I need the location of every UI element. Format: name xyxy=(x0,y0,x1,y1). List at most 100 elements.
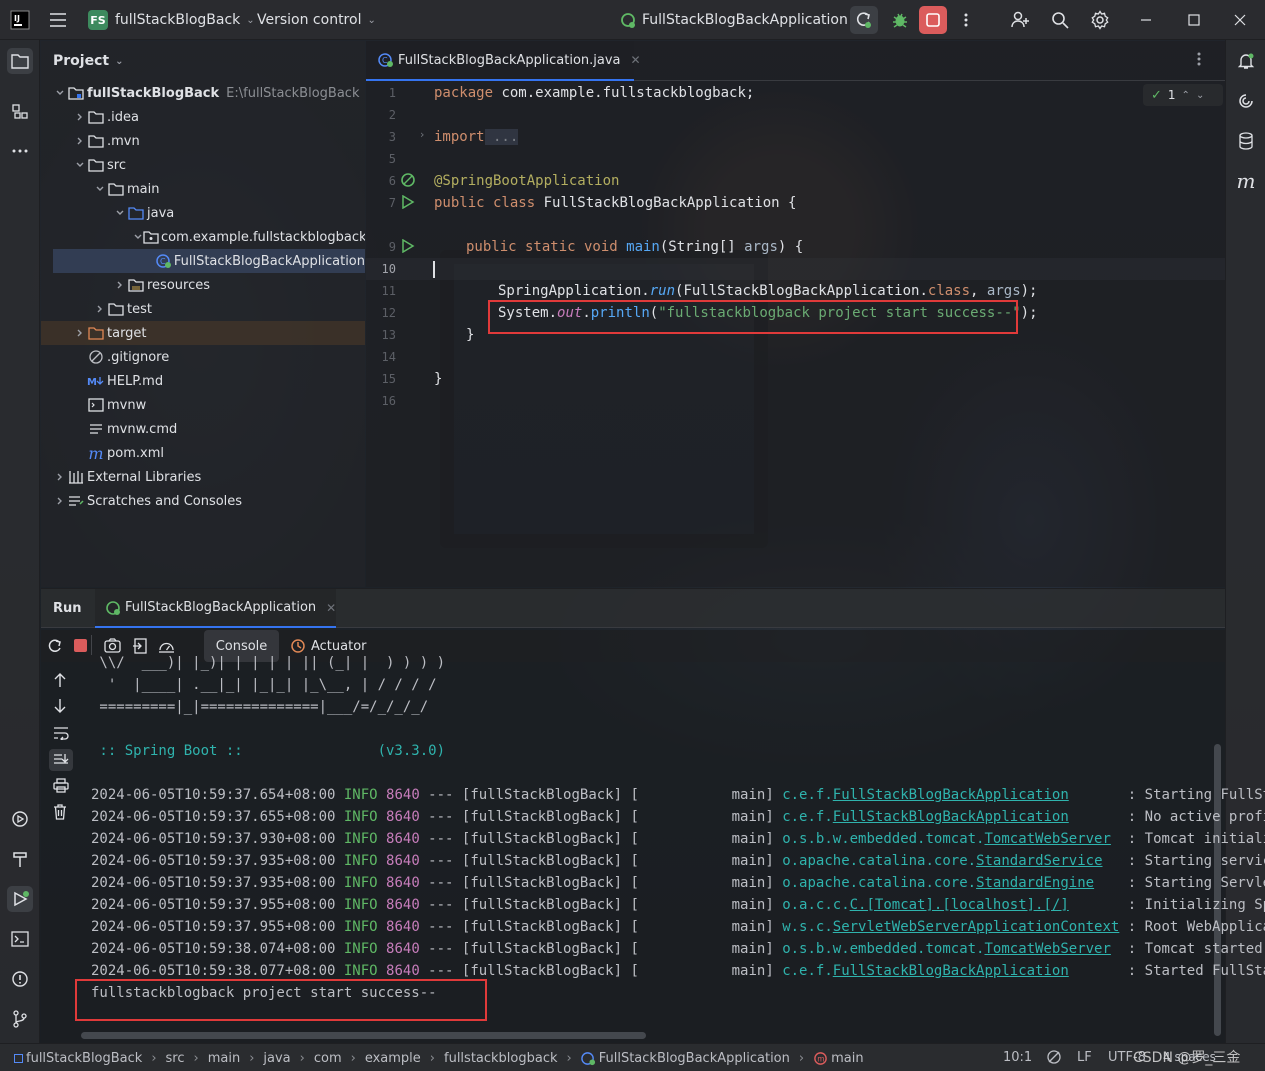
git-tool-icon[interactable] xyxy=(7,1006,33,1032)
project-tool-icon[interactable] xyxy=(7,48,33,74)
tree-item[interactable]: .gitignore xyxy=(41,345,365,369)
chevron-right-icon[interactable] xyxy=(53,472,67,482)
chevron-right-icon[interactable] xyxy=(73,112,87,122)
tree-item[interactable]: .mvn xyxy=(41,129,365,153)
close-tab-icon[interactable]: ✕ xyxy=(631,53,641,67)
chevron-right-icon[interactable] xyxy=(93,304,107,314)
editor-tab-active[interactable]: C FullStackBlogBackApplication.java ✕ xyxy=(366,41,641,81)
log-logger[interactable]: TomcatWebServer xyxy=(984,831,1110,847)
editor-options-icon[interactable] xyxy=(1197,51,1201,67)
breadcrumb-item[interactable]: FullStackBlogBackApplication xyxy=(599,1051,790,1066)
more-tools-icon[interactable] xyxy=(7,138,33,164)
inspection-widget[interactable]: ✓ 1 ⌃ ⌄ xyxy=(1143,84,1223,106)
chevron-down-icon[interactable] xyxy=(93,184,107,194)
tree-item[interactable]: m pom.xml xyxy=(41,441,365,465)
structure-tool-icon[interactable] xyxy=(7,99,33,125)
tree-item[interactable]: mvnw.cmd xyxy=(41,417,365,441)
tree-item[interactable]: Scratches and Consoles xyxy=(41,489,365,513)
more-actions-icon[interactable] xyxy=(958,0,974,40)
breadcrumb-item[interactable]: src xyxy=(166,1051,185,1066)
clear-trash-icon[interactable] xyxy=(53,804,67,820)
close-tab-icon[interactable]: ✕ xyxy=(326,601,336,615)
tree-item[interactable]: resources xyxy=(41,273,365,297)
breadcrumb-item[interactable]: fullstackblogback xyxy=(444,1051,558,1066)
camera-snapshot-icon[interactable] xyxy=(104,638,121,653)
debug-button[interactable] xyxy=(888,0,912,40)
fold-arrow-icon[interactable]: › xyxy=(420,128,424,141)
run-gutter-icon[interactable] xyxy=(401,195,415,209)
breadcrumb-item[interactable]: fullStackBlogBack xyxy=(26,1051,142,1066)
terminal-tool-icon[interactable] xyxy=(7,926,33,952)
tree-item[interactable]: test xyxy=(41,297,365,321)
chevron-down-icon[interactable]: ⌄ xyxy=(1196,90,1204,101)
ai-assistant-icon[interactable] xyxy=(1233,88,1259,114)
log-logger[interactable]: StandardService xyxy=(976,853,1102,869)
breadcrumb-item[interactable]: com xyxy=(314,1051,342,1066)
main-menu-icon[interactable] xyxy=(48,0,68,40)
stop-button[interactable] xyxy=(919,6,947,34)
log-logger[interactable]: FullStackBlogBackApplication xyxy=(833,787,1069,803)
chevron-right-icon[interactable] xyxy=(53,496,67,506)
breadcrumb-item[interactable]: main xyxy=(831,1051,863,1066)
log-logger[interactable]: StandardEngine xyxy=(976,875,1094,891)
tree-item[interactable]: External Libraries xyxy=(41,465,365,489)
stop-icon[interactable] xyxy=(74,639,87,652)
database-icon[interactable] xyxy=(1233,128,1259,154)
settings-gear-icon[interactable] xyxy=(1090,0,1110,40)
breadcrumb-item[interactable]: example xyxy=(365,1051,421,1066)
close-icon[interactable] xyxy=(1234,0,1246,40)
project-switcher[interactable]: FS fullStackBlogBack ⌄ xyxy=(88,0,255,40)
print-icon[interactable] xyxy=(53,778,69,793)
project-panel-header[interactable]: Project ⌄ xyxy=(53,41,123,81)
minimize-icon[interactable] xyxy=(1140,0,1152,40)
caret-position[interactable]: 10:1 xyxy=(1003,1050,1032,1065)
chevron-down-icon[interactable] xyxy=(73,160,87,170)
app-logo-icon[interactable]: IJ xyxy=(10,0,30,40)
notifications-bell-icon[interactable] xyxy=(1233,48,1259,74)
breadcrumb-item[interactable]: main xyxy=(208,1051,240,1066)
soft-wrap-icon[interactable] xyxy=(53,726,69,740)
rerun-icon[interactable] xyxy=(47,638,63,654)
tree-item[interactable]: target xyxy=(41,321,365,345)
run-config-selector[interactable]: FullStackBlogBackApplication ⌄ xyxy=(618,0,862,40)
chevron-right-icon[interactable] xyxy=(113,280,127,290)
chevron-down-icon[interactable] xyxy=(53,88,67,98)
scroll-up-icon[interactable] xyxy=(53,672,67,688)
breadcrumb-item[interactable]: java xyxy=(263,1051,290,1066)
chevron-up-icon[interactable]: ⌃ xyxy=(1182,90,1190,101)
problems-tool-icon[interactable] xyxy=(7,966,33,992)
run-tab[interactable]: FullStackBlogBackApplication ✕ xyxy=(95,589,336,628)
scroll-down-icon[interactable] xyxy=(53,698,67,714)
run-gutter-icon[interactable] xyxy=(401,239,415,253)
tree-item[interactable]: mvnw xyxy=(41,393,365,417)
chevron-right-icon[interactable] xyxy=(73,136,87,146)
add-user-icon[interactable] xyxy=(1010,0,1030,40)
chevron-down-icon[interactable] xyxy=(133,232,143,242)
maven-m-icon[interactable]: m xyxy=(1233,168,1259,194)
tree-item[interactable]: M HELP.md xyxy=(41,369,365,393)
run-tool-icon[interactable] xyxy=(7,886,33,912)
build-hammer-icon[interactable] xyxy=(7,846,33,872)
chevron-down-icon[interactable] xyxy=(113,208,127,218)
line-separator[interactable]: LF xyxy=(1077,1050,1092,1065)
chevron-right-icon[interactable] xyxy=(73,328,87,338)
tree-item[interactable]: fullStackBlogBack E:\fullStackBlogBack xyxy=(41,81,365,105)
services-tool-icon[interactable] xyxy=(7,806,33,832)
tree-item[interactable]: com.example.fullstackblogback xyxy=(41,225,365,249)
readonly-toggle-icon[interactable] xyxy=(1046,1049,1062,1065)
spring-bean-gutter-icon[interactable] xyxy=(400,172,416,188)
tree-item[interactable]: java xyxy=(41,201,365,225)
tree-item[interactable]: src xyxy=(41,153,365,177)
log-logger[interactable]: FullStackBlogBackApplication xyxy=(833,809,1069,825)
tree-item[interactable]: C FullStackBlogBackApplication xyxy=(53,249,365,273)
tree-item[interactable]: main xyxy=(41,177,365,201)
vcs-menu[interactable]: Version control ⌄ xyxy=(257,0,376,40)
maximize-icon[interactable] xyxy=(1188,0,1200,40)
log-logger[interactable]: FullStackBlogBackApplication xyxy=(833,963,1069,979)
tree-item[interactable]: .idea xyxy=(41,105,365,129)
code-line-3[interactable]: import ... xyxy=(434,126,519,148)
log-logger[interactable]: ServletWebServerApplicationContext xyxy=(833,919,1120,935)
scroll-to-end-icon[interactable] xyxy=(49,749,73,771)
log-logger[interactable]: C.[Tomcat].[localhost].[/] xyxy=(850,897,1069,913)
rerun-button[interactable] xyxy=(850,6,878,34)
